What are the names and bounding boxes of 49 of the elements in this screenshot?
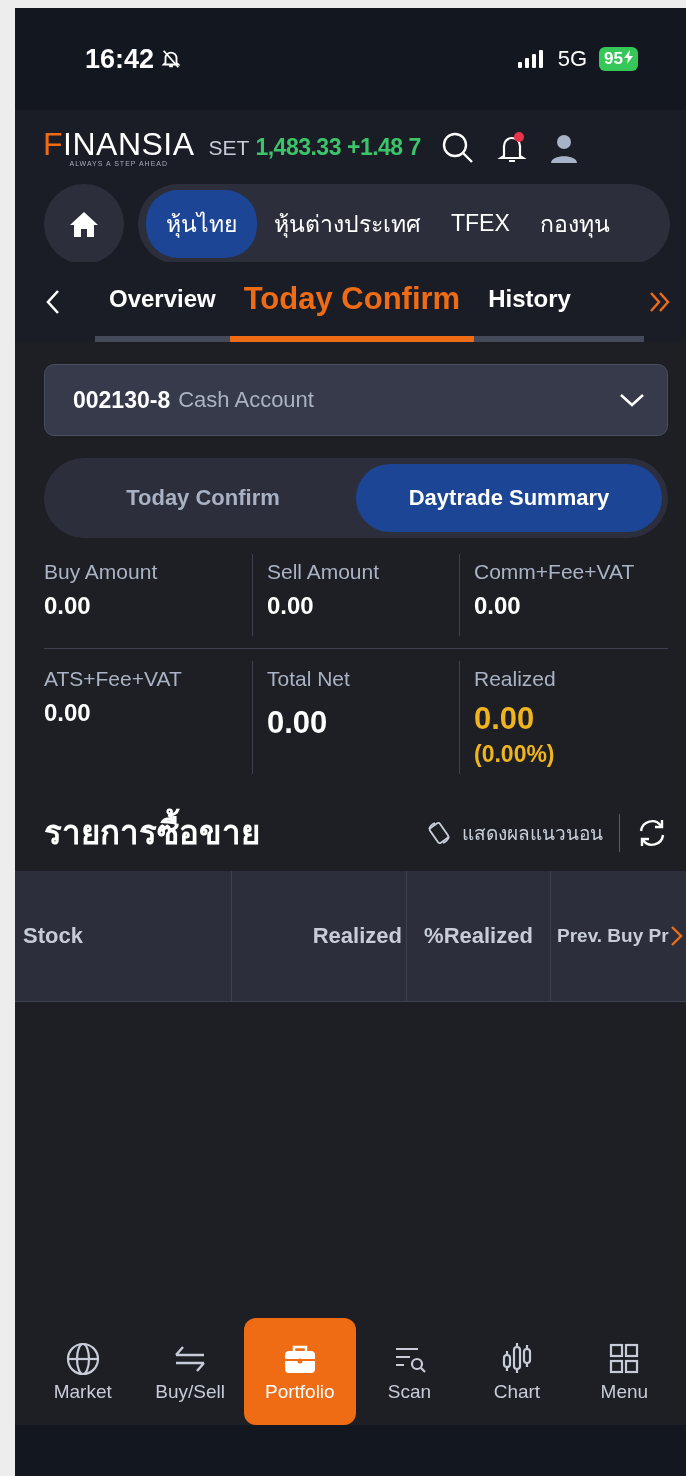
signal-icon: [517, 50, 544, 68]
landscape-view-link[interactable]: แสดงผลแนวนอน: [462, 817, 603, 848]
nav-tab[interactable]: Chart: [463, 1318, 571, 1425]
summary-value: 0.00: [267, 705, 329, 741]
summary-value: 0.00: [474, 592, 522, 620]
exchange-tab[interactable]: หุ้นไทย: [146, 189, 257, 258]
account-dropdown[interactable]: 002130-8 Cash Account: [44, 364, 668, 436]
chevron-down-icon: [619, 392, 645, 408]
summary-label: Sell Amount: [267, 560, 381, 584]
summary-label: Buy Amount: [44, 560, 159, 584]
battery-indicator: 95: [599, 47, 638, 71]
house-icon: [69, 209, 99, 238]
column-header[interactable]: %Realized: [407, 871, 551, 1001]
network-label: 5G: [557, 46, 588, 72]
nav-tab[interactable]: Scan: [355, 1318, 464, 1425]
summary-value: 0.00: [44, 592, 92, 620]
page-tab[interactable]: Overview: [95, 262, 230, 342]
nav-tab[interactable]: Buy/Sell: [136, 1318, 244, 1425]
back-icon[interactable]: [45, 288, 61, 316]
segment-option[interactable]: Daytrade Summary: [356, 464, 662, 532]
index-name: SET: [208, 135, 250, 160]
page-tab[interactable]: Today Confirm: [229, 262, 475, 342]
exchange-tab[interactable]: กองทุน: [526, 191, 623, 256]
summary-label: Realized: [474, 667, 557, 691]
index-value: 1,483.33: [255, 134, 341, 161]
chevron-right-icon[interactable]: [670, 925, 684, 947]
charging-bolt-icon: [624, 50, 633, 64]
summary-label: ATS+Fee+VAT: [44, 667, 183, 691]
column-header[interactable]: Prev. Buy Pr: [551, 871, 686, 1001]
summary-value: 0.00: [267, 592, 315, 620]
summary-percent: (0.00%): [474, 741, 556, 768]
status-time: 16:42: [85, 43, 155, 75]
summary-label: Total Net: [267, 667, 351, 691]
muted-bell-icon: [160, 48, 183, 70]
index-change: +1.48 7: [346, 134, 421, 161]
column-header[interactable]: Stock: [15, 871, 232, 1001]
exchange-tab[interactable]: TFEX: [438, 196, 523, 251]
nav-tab[interactable]: Market: [29, 1318, 137, 1425]
exchange-tab[interactable]: หุ้นต่างประเทศ: [261, 191, 434, 256]
nav-tab[interactable]: Menu: [570, 1318, 679, 1425]
section-title: รายการซื้อขาย: [44, 806, 260, 859]
segment-option[interactable]: Today Confirm: [50, 464, 356, 532]
rotate-phone-icon[interactable]: [426, 819, 452, 846]
summary-label: Comm+Fee+VAT: [474, 560, 636, 584]
search-icon[interactable]: [440, 130, 475, 165]
summary-value: 0.00: [474, 701, 536, 737]
page-tab[interactable]: History: [474, 262, 585, 342]
column-header[interactable]: Realized: [232, 871, 407, 1001]
summary-value: 0.00: [44, 699, 92, 727]
